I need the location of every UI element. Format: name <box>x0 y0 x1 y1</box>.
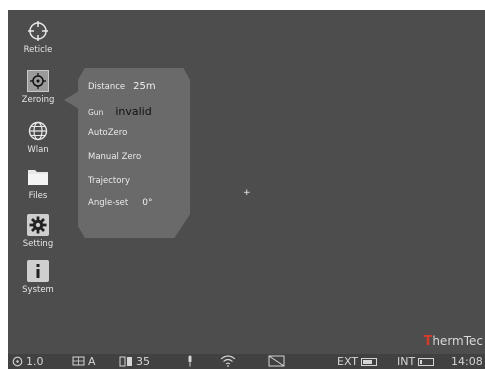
brightness-indicator: 35 <box>119 355 150 368</box>
palette-mode: A <box>88 355 96 368</box>
angle-set-value: 0° <box>142 198 153 208</box>
menu-item-reticle[interactable]: Reticle <box>16 20 60 55</box>
wifi-icon <box>220 355 236 367</box>
thermtec-logo: ThermTec <box>423 334 483 349</box>
menu-label-zeroing: Zeroing <box>21 95 55 105</box>
ext-label: EXT <box>337 355 359 368</box>
trajectory-label: Trajectory <box>88 176 130 186</box>
ext-battery-icon <box>361 357 378 366</box>
brightness-icon <box>119 356 132 367</box>
ext-battery-fill <box>363 359 373 364</box>
logo-text: hermTec <box>432 334 483 348</box>
ext-battery-indicator: EXT <box>337 355 378 368</box>
zoom-icon <box>12 356 23 367</box>
distance-value: 25m <box>133 81 156 92</box>
menu-item-zeroing[interactable]: Zeroing <box>16 70 60 105</box>
int-battery-fill <box>420 359 422 364</box>
angle-set-label: Angle-set <box>88 198 129 208</box>
device-screen: Reticle Zeroing Wlan Files Setting Syste… <box>8 10 485 369</box>
angle-set-row[interactable]: Angle-set 0° <box>88 198 152 208</box>
menu-item-wlan[interactable]: Wlan <box>16 120 60 155</box>
palette-icon <box>72 356 85 366</box>
distance-row[interactable]: Distance 25m <box>88 81 156 92</box>
clock: 14:08 <box>451 355 483 368</box>
zoom-value: 1.0 <box>26 355 44 368</box>
zoom-indicator: 1.0 <box>12 355 44 368</box>
globe-icon <box>27 120 49 142</box>
gun-row[interactable]: Gun invalid <box>88 105 152 118</box>
menu-label-files: Files <box>28 191 48 201</box>
trajectory-row[interactable]: Trajectory <box>88 176 130 186</box>
palette-indicator: A <box>72 355 96 368</box>
gun-label: Gun <box>88 108 104 117</box>
no-recording-indicator <box>268 355 288 367</box>
info-icon <box>27 260 49 282</box>
status-bar: 1.0 A 35 EXT INT 14:08 <box>8 354 485 369</box>
gun-value: invalid <box>115 105 152 118</box>
int-battery-indicator: INT <box>397 355 435 368</box>
int-battery-icon <box>418 357 435 366</box>
brightness-value: 35 <box>136 355 150 368</box>
microphone-icon <box>188 355 192 367</box>
crosshair-circle-icon <box>27 20 49 42</box>
manual-zero-label: Manual Zero <box>88 152 142 162</box>
int-label: INT <box>397 355 416 368</box>
wifi-indicator <box>220 355 239 367</box>
center-crosshair: + <box>243 188 251 198</box>
menu-label-reticle: Reticle <box>23 45 53 55</box>
menu-label-setting: Setting <box>22 239 54 249</box>
menu-item-files[interactable]: Files <box>16 166 60 201</box>
zeroing-popup: Distance 25m Gun invalid AutoZero Manual Z… <box>78 68 190 238</box>
gear-icon <box>27 214 49 236</box>
target-icon <box>27 70 49 92</box>
no-recording-icon <box>268 355 285 367</box>
folder-icon <box>27 166 49 188</box>
menu-item-system[interactable]: System <box>16 260 60 295</box>
logo-letter: T <box>423 334 433 349</box>
microphone-indicator <box>186 355 197 367</box>
menu-label-wlan: Wlan <box>27 145 49 155</box>
manual-zero-row[interactable]: Manual Zero <box>88 152 141 162</box>
menu-item-setting[interactable]: Setting <box>16 214 60 249</box>
popup-pointer <box>64 91 79 109</box>
distance-label: Distance <box>88 82 126 92</box>
autozero-row[interactable]: AutoZero <box>88 128 127 138</box>
menu-label-system: System <box>22 285 54 295</box>
autozero-label: AutoZero <box>88 128 128 138</box>
